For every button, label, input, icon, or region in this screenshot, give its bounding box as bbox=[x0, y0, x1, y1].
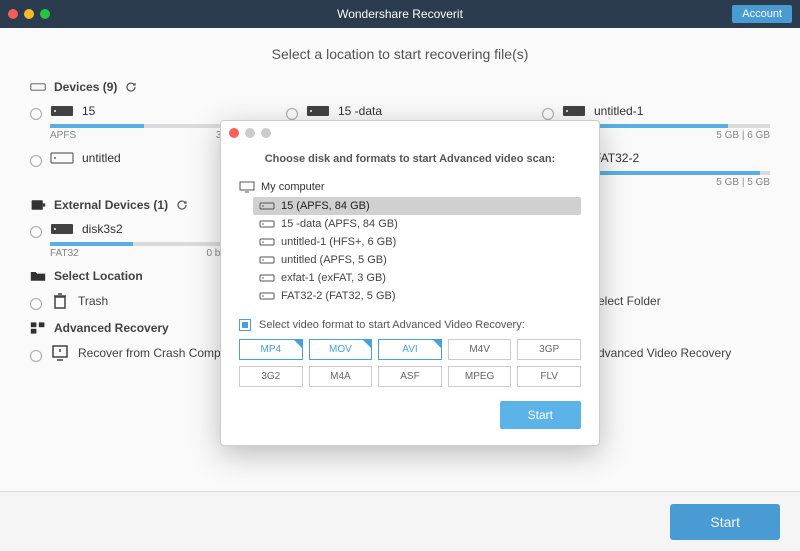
format-3gp[interactable]: 3GP bbox=[517, 339, 581, 360]
hard-drive-icon bbox=[259, 218, 275, 230]
modal-heading: Choose disk and formats to start Advance… bbox=[239, 153, 581, 165]
modal-start-button[interactable]: Start bbox=[500, 401, 581, 429]
format-mpeg[interactable]: MPEG bbox=[448, 366, 512, 387]
format-avi[interactable]: AVI bbox=[378, 339, 442, 360]
hard-drive-icon bbox=[259, 236, 275, 248]
tree-disk-item[interactable]: FAT32-2 (FAT32, 5 GB) bbox=[253, 287, 581, 305]
format-3g2[interactable]: 3G2 bbox=[239, 366, 303, 387]
modal-titlebar bbox=[221, 121, 599, 145]
format-mp4[interactable]: MP4 bbox=[239, 339, 303, 360]
hard-drive-icon bbox=[259, 254, 275, 266]
tree-root-label: My computer bbox=[261, 181, 325, 193]
hard-drive-icon bbox=[259, 290, 275, 302]
tree-disk-item[interactable]: exfat-1 (exFAT, 3 GB) bbox=[253, 269, 581, 287]
format-asf[interactable]: ASF bbox=[378, 366, 442, 387]
format-mov[interactable]: MOV bbox=[309, 339, 373, 360]
modal-close-button[interactable] bbox=[229, 128, 239, 138]
tree-root[interactable]: My computer bbox=[239, 181, 581, 193]
tree-disk-item[interactable]: 15 -data (APFS, 84 GB) bbox=[253, 215, 581, 233]
format-label: Select video format to start Advanced Vi… bbox=[259, 319, 525, 331]
disk-label: exfat-1 (exFAT, 3 GB) bbox=[281, 272, 386, 284]
modal-maximize-button[interactable] bbox=[261, 128, 271, 138]
tree-disk-item[interactable]: 15 (APFS, 84 GB) bbox=[253, 197, 581, 215]
disk-label: untitled (APFS, 5 GB) bbox=[281, 254, 387, 266]
disk-label: 15 -data (APFS, 84 GB) bbox=[281, 218, 398, 230]
disk-label: FAT32-2 (FAT32, 5 GB) bbox=[281, 290, 396, 302]
format-m4a[interactable]: M4A bbox=[309, 366, 373, 387]
format-section: Select video format to start Advanced Vi… bbox=[239, 319, 581, 387]
tree-disk-item[interactable]: untitled (APFS, 5 GB) bbox=[253, 251, 581, 269]
format-checkbox[interactable] bbox=[239, 319, 251, 331]
disk-tree: 15 (APFS, 84 GB) 15 -data (APFS, 84 GB) … bbox=[253, 197, 581, 305]
format-grid: MP4 MOV AVI M4V 3GP 3G2 M4A ASF MPEG FLV bbox=[239, 339, 581, 387]
modal-minimize-button[interactable] bbox=[245, 128, 255, 138]
advanced-video-scan-modal: Choose disk and formats to start Advance… bbox=[220, 120, 600, 446]
hard-drive-icon bbox=[259, 200, 275, 212]
hard-drive-icon bbox=[259, 272, 275, 284]
format-m4v[interactable]: M4V bbox=[448, 339, 512, 360]
disk-label: 15 (APFS, 84 GB) bbox=[281, 200, 370, 212]
tree-disk-item[interactable]: untitled-1 (HFS+, 6 GB) bbox=[253, 233, 581, 251]
computer-icon bbox=[239, 181, 255, 193]
format-flv[interactable]: FLV bbox=[517, 366, 581, 387]
disk-label: untitled-1 (HFS+, 6 GB) bbox=[281, 236, 396, 248]
